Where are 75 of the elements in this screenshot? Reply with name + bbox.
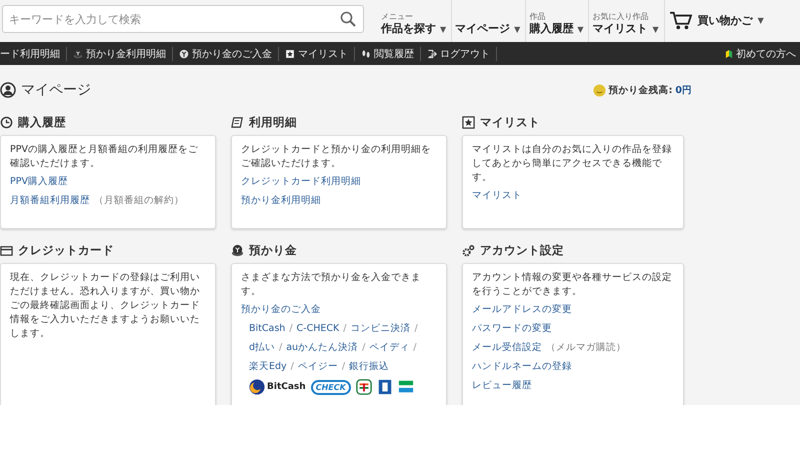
subnav-link[interactable]: 預かり金利用明細 — [67, 46, 173, 60]
section-link[interactable]: 預かり金のご入金 — [241, 303, 437, 317]
payment-method-link[interactable]: auかんたん決済 — [286, 341, 358, 355]
subnav-link[interactable]: マイリスト — [279, 46, 355, 60]
section-link[interactable]: ハンドルネームの登録 — [472, 360, 674, 374]
section-link[interactable]: 預かり金利用明細 — [241, 194, 437, 208]
striped-logo — [398, 379, 414, 395]
subnav-link[interactable]: 閲覧履歴 — [355, 46, 421, 60]
section-description: PPVの購入履歴と月額番組の利用履歴をご確認いただけます。 — [10, 143, 199, 171]
user-icon — [0, 82, 16, 98]
payment-method-link[interactable]: C-CHECK — [296, 322, 340, 336]
section-link[interactable]: マイリスト — [472, 189, 674, 203]
separator: / — [342, 322, 348, 336]
payment-method-link[interactable]: コンビニ決済 — [350, 322, 410, 336]
coins-icon — [231, 244, 244, 256]
search-icon[interactable] — [340, 11, 356, 27]
separator: / — [361, 341, 366, 355]
section-description: アカウント情報の変更や各種サービスの設定を行うことができます。 — [472, 271, 673, 299]
section-link[interactable]: 月額番組利用履歴 — [10, 194, 90, 208]
section-link[interactable]: PPV購入履歴 — [10, 175, 206, 189]
section-description: マイリストは自分のお気に入りの作品を登録してあとから簡単にアクセスできる機能です。 — [472, 143, 673, 185]
separator: / — [288, 322, 294, 336]
separator: / — [278, 341, 284, 355]
separator: / — [413, 322, 419, 336]
section-title: 購入履歴 — [18, 115, 66, 129]
separator: / — [340, 360, 346, 374]
leaf-icon — [725, 48, 733, 58]
link-note: （メルマガ購読） — [546, 341, 626, 355]
coin-icon — [179, 48, 189, 58]
clock-icon — [0, 116, 13, 128]
section-link[interactable]: メール受信設定 — [472, 341, 542, 355]
star-icon — [462, 116, 475, 128]
gear-icon — [462, 244, 475, 256]
section-title: 預かり金 — [249, 243, 297, 257]
footprints-icon — [361, 48, 371, 58]
page-title: マイページ — [21, 81, 91, 99]
payment-method-link[interactable]: ペイディ — [369, 341, 410, 355]
section-description: 現在、クレジットカードの登録はご利用いただけません。恐れ入りますが、買い物かごの最終確認画面より、クレジットカード情報をご入力いただきますようお願いいたします。 — [10, 271, 201, 341]
convenience-store-logo — [356, 379, 372, 395]
payment-method-link[interactable]: 楽天Edy — [249, 360, 287, 374]
payment-method-link[interactable]: BitCash — [249, 322, 286, 336]
search-field[interactable]: キーワードを入力して検索 — [2, 5, 364, 33]
section-link[interactable]: パスワードの変更 — [472, 322, 674, 336]
cart-button[interactable]: 買い物かご ▼ — [664, 0, 768, 42]
section-description: さまざまな方法で預かり金を入金できます。 — [241, 271, 422, 299]
section-link[interactable]: レビュー履歴 — [472, 379, 674, 393]
credit-card-icon — [0, 244, 13, 256]
balance-label: 預かり金残高: — [608, 84, 672, 96]
section-title: マイリスト — [480, 115, 540, 129]
separator: / — [290, 360, 295, 374]
subnav-link[interactable]: ード利用明細 — [0, 46, 67, 60]
star-icon — [285, 48, 295, 58]
subnav-link[interactable]: ログアウト — [421, 46, 497, 60]
payment-method-link[interactable]: 銀行振込 — [349, 360, 390, 374]
coins-icon — [73, 48, 83, 58]
section-description: クレジットカードと預かり金の利用明細をご確認いただけます。 — [241, 143, 432, 171]
bitcash-logo: BitCash — [249, 379, 306, 395]
cart-icon — [668, 11, 693, 31]
subnav-link[interactable]: 預かり金のご入金 — [173, 46, 279, 60]
beginner-link[interactable]: 初めての方へ — [725, 46, 796, 60]
coin-face-icon — [592, 84, 606, 96]
balance-value: 0円 — [675, 84, 692, 96]
section-title: 利用明細 — [249, 115, 297, 129]
logout-icon — [427, 48, 437, 58]
section-title: アカウント設定 — [480, 243, 564, 257]
section-title: クレジットカード — [18, 243, 114, 257]
link-note: （月額番組の解約） — [94, 194, 184, 208]
payment-method-link[interactable]: ペイジー — [298, 360, 338, 374]
store-logo — [376, 379, 393, 395]
memo-icon — [231, 116, 244, 128]
c-check-logo: CHECK — [310, 380, 351, 394]
section-link[interactable]: メールアドレスの変更 — [472, 303, 674, 317]
separator: / — [412, 341, 418, 355]
section-link[interactable]: クレジットカード利用明細 — [241, 175, 437, 189]
payment-method-link[interactable]: d払い — [249, 341, 276, 355]
